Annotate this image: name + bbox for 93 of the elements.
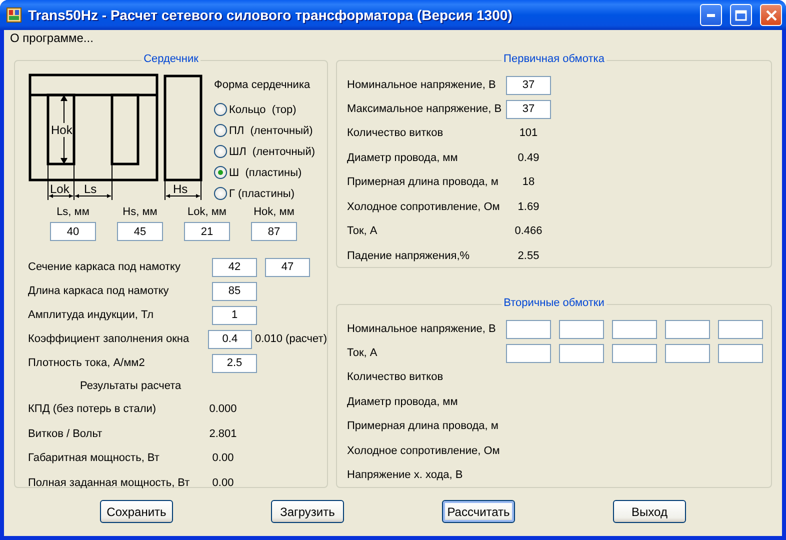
input-field[interactable]: 85	[212, 282, 257, 300]
action-button[interactable]: Загрузить	[271, 500, 344, 523]
dimension-label: Hok	[51, 123, 72, 137]
group-title: Сердечник	[142, 53, 200, 65]
result-label: Количество витков	[347, 127, 444, 140]
input-field[interactable]: 87	[251, 222, 297, 241]
radio-button[interactable]	[214, 166, 227, 179]
input-field[interactable]: 37	[506, 76, 551, 94]
field-label: Максимальное напряжение, В	[347, 103, 503, 115]
result-value: 0.000	[208, 403, 238, 416]
maximize-icon	[735, 10, 747, 20]
action-button[interactable]: Рассчитать	[442, 500, 515, 523]
dimension-label: Lok	[50, 182, 70, 196]
field-label: Ls, мм	[56, 206, 90, 220]
input-field[interactable]	[665, 320, 710, 338]
input-field[interactable]: 1	[212, 306, 257, 324]
section-title: Результаты расчета	[80, 379, 182, 394]
input-field[interactable]	[506, 344, 551, 362]
minimize-button[interactable]	[700, 4, 722, 26]
result-label: Примерная длина провода, м	[347, 420, 500, 432]
result-label: Габаритная мощность, Вт	[28, 452, 160, 464]
field-label: Коэффициент заполнения окна	[28, 333, 190, 345]
field-label: Плотность тока, А/мм2	[28, 357, 146, 369]
result-label: Холодное сопротивление, Ом	[347, 444, 501, 457]
result-label: Полная заданная мощность, Вт	[28, 476, 191, 489]
input-field[interactable]	[665, 344, 710, 362]
input-field[interactable]	[559, 320, 604, 338]
input-field[interactable]: 45	[117, 222, 163, 241]
close-button[interactable]	[760, 4, 782, 26]
dimension-label: Ls	[84, 182, 97, 196]
field-label: Hs, мм	[122, 206, 158, 220]
radio-label: ПЛ (ленточный)	[229, 124, 313, 136]
minimize-icon	[707, 14, 715, 16]
result-value: 2.55	[516, 250, 540, 262]
result-value: 1.69	[516, 200, 540, 213]
radio-group-title: Форма сердечника	[214, 78, 312, 93]
menu-item[interactable]: О программе...	[8, 31, 96, 45]
result-label: Диаметр провода, мм	[347, 152, 459, 164]
group-title: Вторичные обмотки	[502, 297, 606, 309]
calculated-value: 0.010 (расчет)	[254, 333, 327, 345]
input-field[interactable]	[506, 320, 551, 338]
input-field[interactable]: 0.4	[208, 330, 252, 348]
close-icon	[766, 10, 776, 20]
field-label: Номинальное напряжение, В	[347, 323, 497, 335]
radio-button[interactable]	[214, 187, 227, 200]
result-label: КПД (без потерь в стали)	[28, 403, 158, 416]
field-label: Длина каркаса под намотку	[28, 285, 170, 297]
input-field[interactable]: 42	[212, 258, 257, 276]
radio-button[interactable]	[214, 124, 227, 137]
field-label: Амплитуда индукции, Тл	[28, 309, 155, 321]
radio-button[interactable]	[214, 103, 227, 116]
input-field[interactable]	[559, 344, 604, 362]
window-title: Trans50Hz - Расчет сетевого силового трансформатора (Версия 1300)	[28, 7, 514, 23]
input-field[interactable]: 2.5	[212, 354, 257, 372]
field-label: Ток, А	[347, 347, 378, 359]
action-button[interactable]: Сохранить	[100, 500, 173, 523]
maximize-button[interactable]	[730, 4, 752, 26]
result-value: 101	[518, 127, 539, 140]
result-value: 2.801	[208, 428, 238, 440]
radio-label: Г (пластины)	[229, 188, 294, 200]
app-icon	[6, 7, 22, 23]
result-label: Витков / Вольт	[28, 428, 104, 440]
input-field[interactable]: 37	[506, 100, 551, 118]
radio-label: Ш (пластины)	[229, 166, 302, 178]
input-field[interactable]: 21	[184, 222, 230, 241]
radio-button[interactable]	[214, 145, 227, 158]
result-label: Падение напряжения,%	[347, 250, 471, 262]
result-label: Диаметр провода, мм	[347, 396, 459, 408]
result-label: Холодное сопротивление, Ом	[347, 200, 501, 213]
radio-label: Кольцо (тор)	[229, 104, 296, 116]
input-field[interactable]	[718, 320, 763, 338]
field-label: Lok, мм	[186, 206, 228, 220]
radio-label: ШЛ (ленточный)	[229, 146, 315, 158]
result-value: 0.00	[211, 452, 235, 464]
input-field[interactable]	[612, 320, 657, 338]
input-field[interactable]	[718, 344, 763, 362]
field-label: Hok, мм	[252, 206, 296, 220]
action-button[interactable]: Выход	[613, 500, 686, 523]
group-title: Первичная обмотка	[502, 53, 606, 65]
result-label: Количество витков	[347, 371, 444, 384]
field-label: Сечение каркаса под намотку	[28, 261, 182, 273]
input-field[interactable]: 47	[265, 258, 310, 276]
input-field[interactable]: 40	[50, 222, 96, 241]
result-value: 0.466	[514, 225, 544, 238]
result-value: 18	[521, 176, 536, 188]
result-value: 0.00	[211, 476, 235, 489]
dimension-label: Hs	[173, 182, 188, 196]
result-label: Ток, А	[347, 225, 378, 238]
input-field[interactable]	[612, 344, 657, 362]
result-label: Напряжение х. хода, В	[347, 469, 464, 482]
result-label: Примерная длина провода, м	[347, 176, 500, 188]
result-value: 0.49	[516, 152, 540, 164]
field-label: Номинальное напряжение, В	[347, 79, 497, 91]
